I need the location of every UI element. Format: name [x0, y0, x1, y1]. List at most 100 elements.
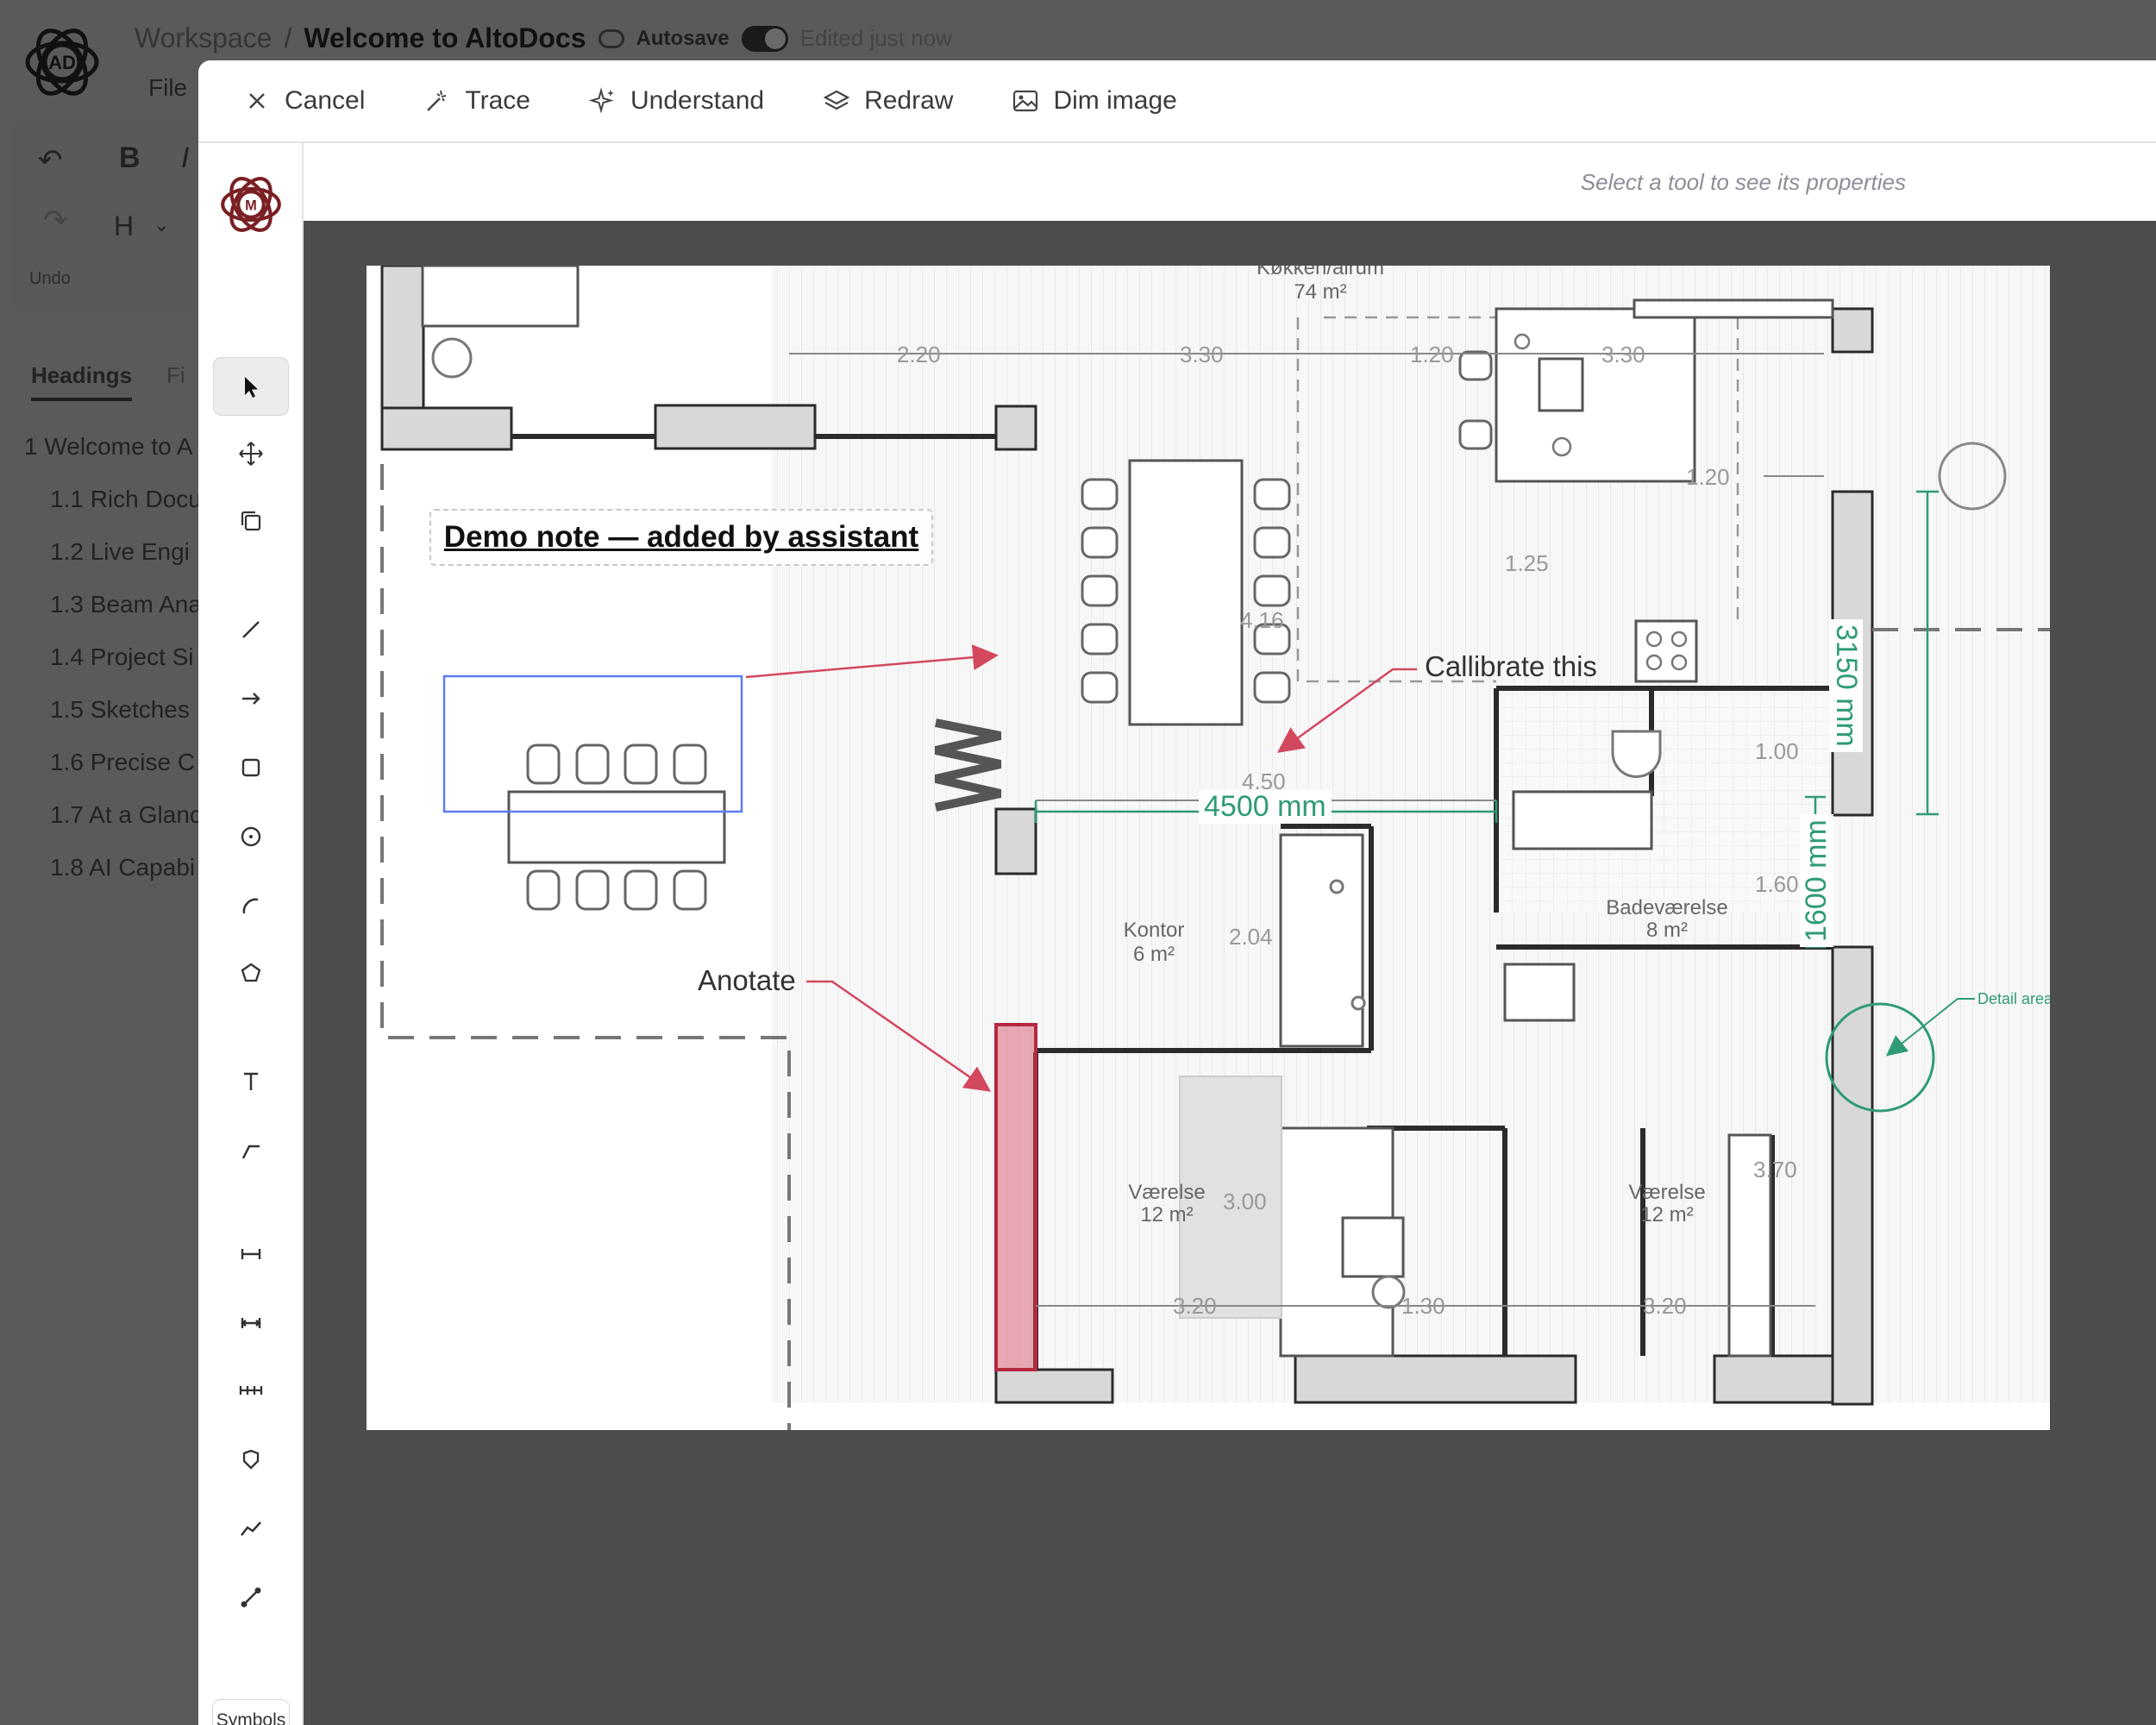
- outline-item[interactable]: 1.8 AI Capabi: [24, 854, 202, 906]
- chain-dimension-tool[interactable]: [213, 1361, 289, 1420]
- dimension-1600[interactable]: 1600 mm: [1800, 814, 1833, 947]
- file-menu[interactable]: File: [148, 74, 187, 102]
- redo-icon[interactable]: ↷: [43, 204, 68, 238]
- plan-dim-text: 3.30: [1180, 342, 1224, 367]
- bold-button[interactable]: B: [119, 141, 141, 175]
- plan-dim-text: 4.16: [1240, 607, 1284, 633]
- redraw-button[interactable]: Redraw: [823, 86, 953, 116]
- plan-dim-text: 2.20: [897, 342, 941, 367]
- leader-icon: [241, 1145, 260, 1159]
- outline-item[interactable]: 1.3 Beam Ana: [24, 591, 202, 643]
- breadcrumb-workspace[interactable]: Workspace: [135, 22, 272, 54]
- plan-dim-text: 1.30: [1401, 1293, 1445, 1319]
- autosave-toggle[interactable]: [741, 25, 788, 52]
- outline-item[interactable]: 1.6 Precise C: [24, 749, 202, 801]
- chevron-down-icon[interactable]: ⌄: [154, 214, 169, 236]
- dimension-3150[interactable]: 3150 mm: [1829, 619, 1863, 752]
- plan-dim-text: 1.00: [1755, 738, 1799, 764]
- plan-dim-text: 3.20: [1643, 1293, 1687, 1319]
- line-icon: [242, 621, 260, 638]
- redraw-label: Redraw: [864, 86, 954, 115]
- svg-text:AD: AD: [48, 52, 76, 73]
- close-icon: [249, 93, 265, 109]
- floor-plan-drawing: 2.20 3.30 1.20 3.30 1.20 1.25 4.16 4.50 …: [380, 266, 2050, 1430]
- properties-hint: Select a tool to see its properties: [1580, 169, 1906, 195]
- plan-dim-text: 3.00: [1223, 1189, 1267, 1214]
- chain-dimension-icon: [239, 1386, 263, 1395]
- select-tool[interactable]: [213, 357, 289, 416]
- tab-files[interactable]: Fi: [166, 362, 185, 401]
- room-area: 12 m²: [1640, 1203, 1693, 1226]
- symbols-dropdown[interactable]: Symbols ▼: [212, 1699, 290, 1725]
- circle-icon: [241, 826, 261, 847]
- rectangle-tool[interactable]: [213, 738, 289, 797]
- undo-label: Undo: [29, 269, 71, 288]
- editor-topbar: Cancel Trace Understand Redraw Dim image: [198, 60, 2156, 143]
- document-title[interactable]: Welcome to AltoDocs: [304, 22, 586, 54]
- annotation-annotate[interactable]: Anotate: [698, 964, 796, 997]
- room-label: Badeværelse: [1606, 896, 1727, 919]
- outline-item[interactable]: 1.5 Sketches: [24, 696, 202, 749]
- room-label: Værelse: [1628, 1181, 1705, 1204]
- floor-plan-image[interactable]: 2.20 3.30 1.20 3.30 1.20 1.25 4.16 4.50 …: [367, 266, 2050, 1430]
- italic-button[interactable]: I: [181, 141, 189, 175]
- outline-item[interactable]: 1.7 At a Glanc: [24, 801, 202, 854]
- cancel-button[interactable]: Cancel: [243, 86, 365, 116]
- heading-button[interactable]: H: [114, 210, 134, 242]
- outline-item[interactable]: 1.4 Project Si: [24, 643, 202, 696]
- area-tool[interactable]: [213, 1430, 289, 1489]
- arc-tool[interactable]: [213, 876, 289, 935]
- circle-tool[interactable]: [213, 807, 289, 866]
- calibrate-tool[interactable]: [213, 1568, 289, 1627]
- detail-area-label: Detail area: [1977, 990, 2050, 1007]
- plan-dim-text: 1.20: [1410, 342, 1454, 367]
- properties-bar: Select a tool to see its properties: [304, 143, 2156, 221]
- polygon-tool[interactable]: [213, 944, 289, 1002]
- move-tool[interactable]: [213, 424, 289, 483]
- text-tool[interactable]: [213, 1052, 289, 1111]
- demo-note[interactable]: Demo note — added by assistant: [429, 509, 933, 566]
- plan-dim-text: 3.20: [1173, 1293, 1217, 1319]
- plan-dim-text: 2.04: [1229, 924, 1273, 950]
- altodocs-logo-icon: AD: [25, 28, 99, 96]
- room-label: Kontor: [1124, 919, 1185, 942]
- outline-item[interactable]: 1.1 Rich Docu: [24, 486, 202, 538]
- outline-list: 1 Welcome to A 1.1 Rich Docu 1.2 Live En…: [24, 433, 202, 906]
- outline-item[interactable]: 1 Welcome to A: [24, 433, 202, 486]
- tab-headings[interactable]: Headings: [31, 362, 133, 401]
- undo-icon[interactable]: ↶: [38, 143, 63, 178]
- understand-button[interactable]: Understand: [588, 86, 765, 116]
- room-area: 6 m²: [1133, 943, 1175, 966]
- cloud-sync-icon: [598, 28, 624, 48]
- understand-label: Understand: [630, 86, 765, 115]
- breadcrumb: Workspace / Welcome to AltoDocs Autosave…: [135, 22, 952, 54]
- dimension-icon: [241, 1249, 261, 1259]
- arc-icon: [242, 898, 259, 914]
- line-tool[interactable]: [213, 600, 289, 659]
- pentagon-icon: [241, 963, 261, 982]
- copy-tool[interactable]: [213, 492, 289, 550]
- symbols-label: Symbols: [216, 1710, 286, 1725]
- wand-icon: [427, 90, 447, 111]
- leader-tool[interactable]: [213, 1121, 289, 1180]
- dimension-4500[interactable]: 4500 mm: [1199, 790, 1332, 824]
- outline-item[interactable]: 1.2 Live Engi: [24, 538, 202, 591]
- trace-label: Trace: [465, 86, 530, 115]
- dimension-tool[interactable]: [213, 1225, 289, 1283]
- arrow-tool[interactable]: [213, 669, 289, 728]
- aligned-dimension-tool[interactable]: [213, 1294, 289, 1352]
- polyline-tool[interactable]: [213, 1499, 289, 1558]
- plan-dim-text: 1.20: [1686, 464, 1730, 490]
- annotation-calibrate[interactable]: Callibrate this: [1425, 650, 1597, 683]
- shield-icon: [242, 1449, 260, 1470]
- trace-button[interactable]: Trace: [423, 86, 530, 116]
- dim-image-button[interactable]: Dim image: [1012, 86, 1177, 116]
- polyline-icon: [241, 1521, 261, 1536]
- breadcrumb-separator: /: [284, 22, 292, 53]
- arrow-right-icon: [242, 693, 260, 705]
- room-label: Køkken/alrum: [1257, 266, 1384, 279]
- aligned-dimension-icon: [241, 1318, 261, 1328]
- edited-status: Edited just now: [799, 25, 952, 51]
- copy-icon: [241, 511, 261, 531]
- room-area: 74 m²: [1294, 280, 1346, 304]
